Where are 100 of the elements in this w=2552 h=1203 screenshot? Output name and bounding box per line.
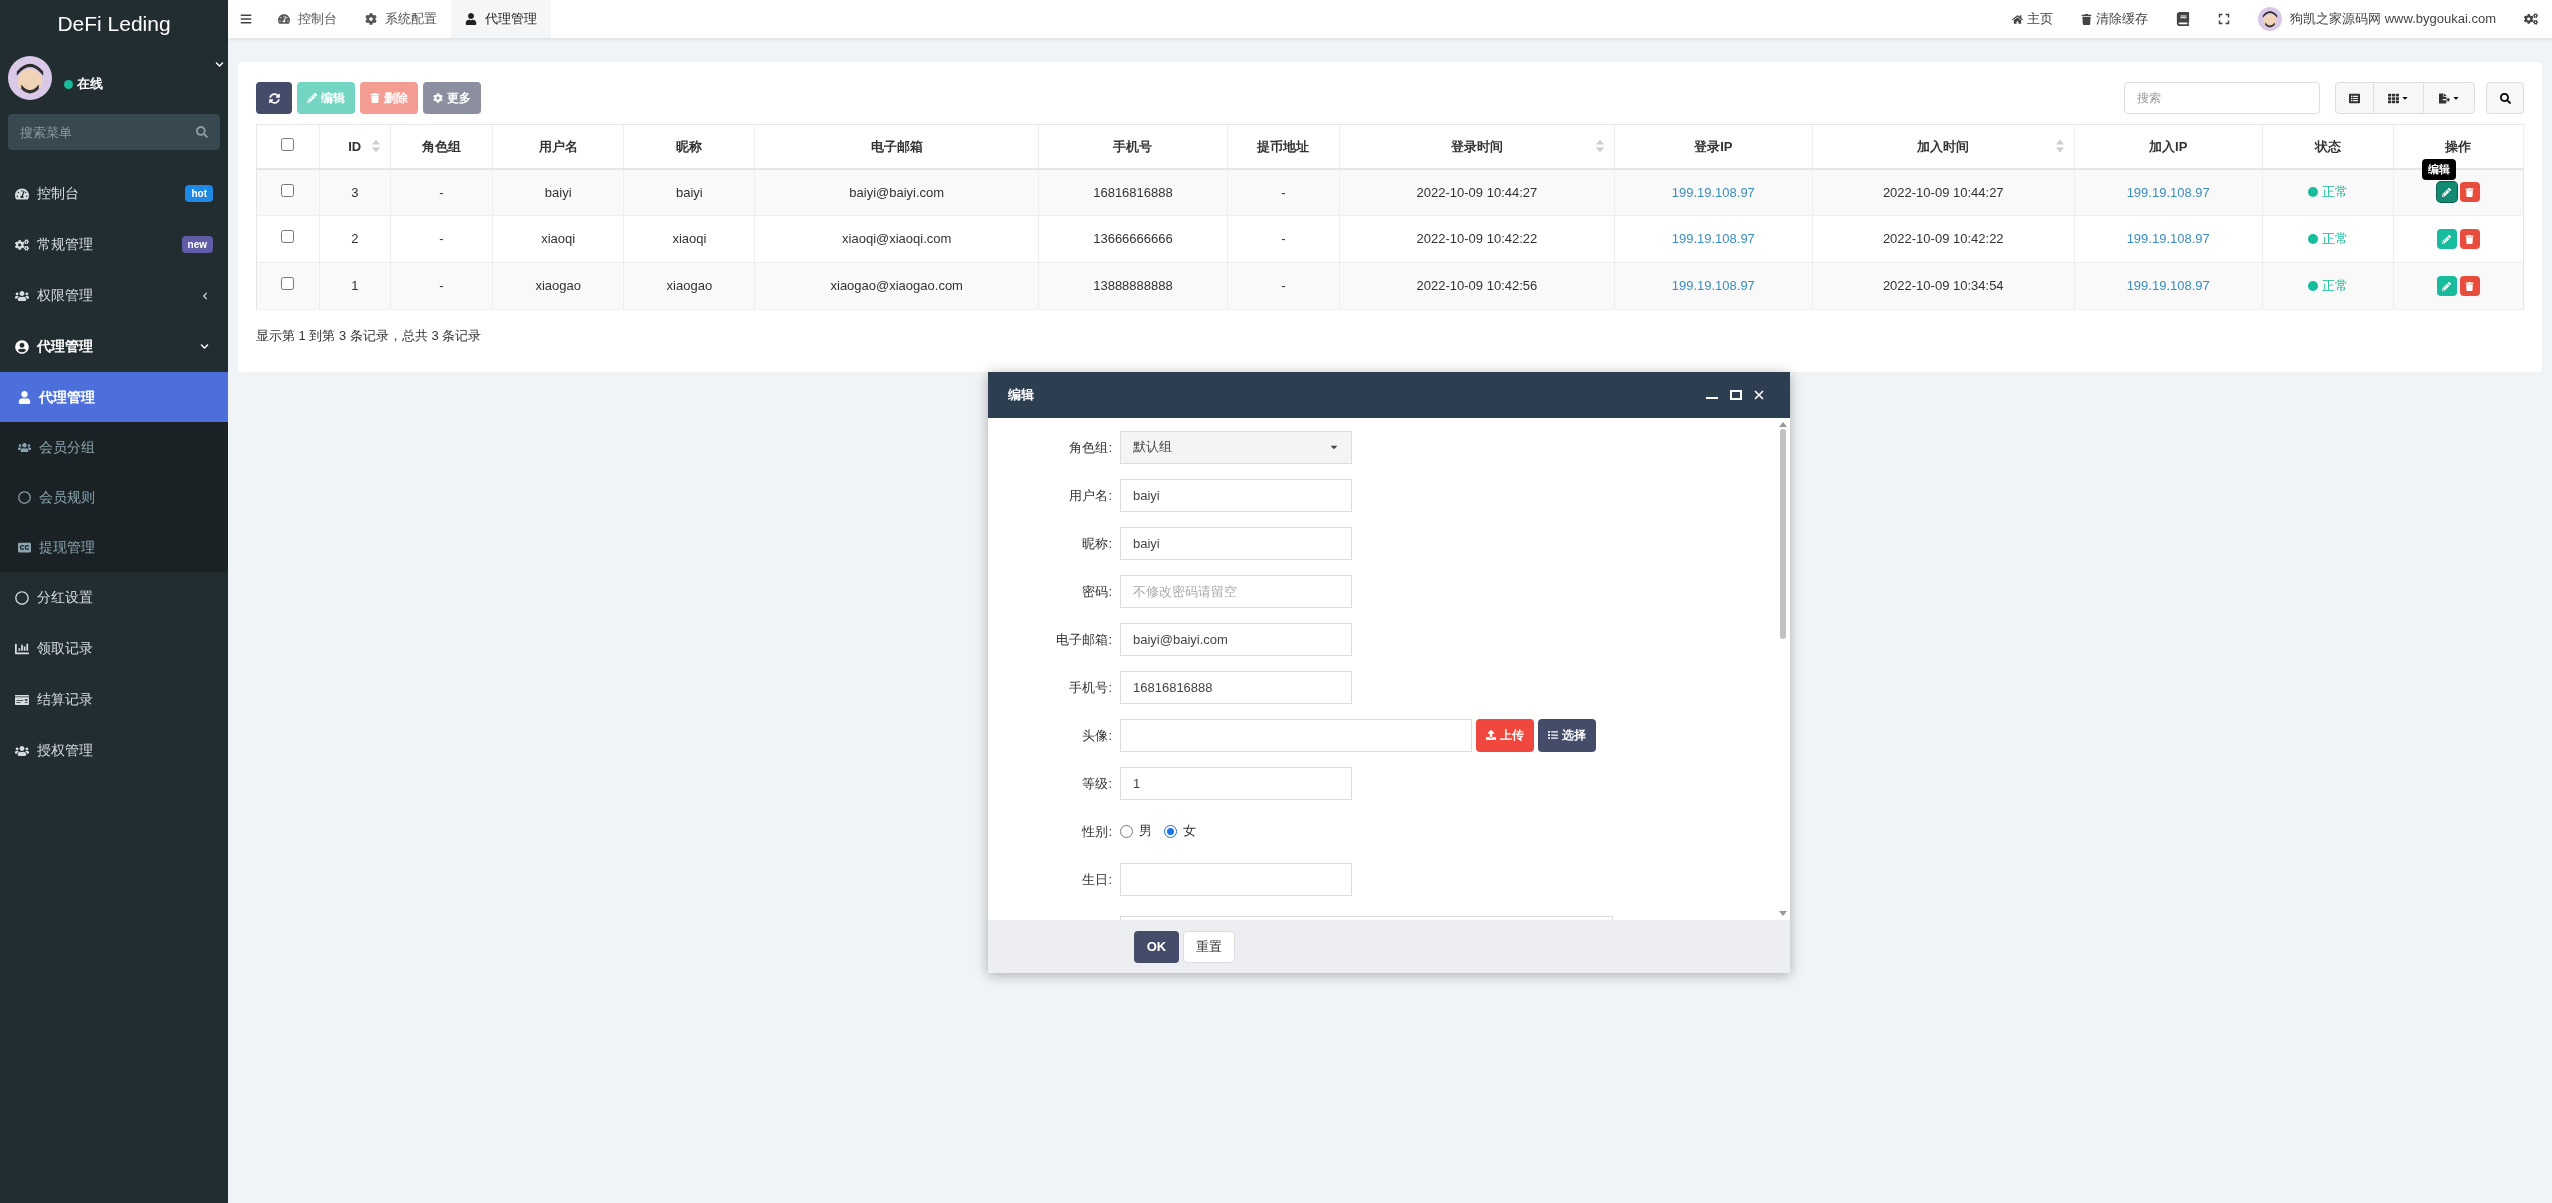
- submenu-item[interactable]: 代理管理: [0, 372, 228, 422]
- fullscreen-icon[interactable]: [2218, 13, 2231, 25]
- ip-link[interactable]: 199.19.108.97: [1671, 184, 1755, 200]
- refresh-button[interactable]: [256, 82, 292, 114]
- header-link[interactable]: 清除缓存: [2081, 9, 2149, 29]
- scrollbar-thumb[interactable]: [1780, 429, 1786, 639]
- table-cell: 16816816888: [1093, 184, 1173, 200]
- sidebar-item[interactable]: 权限管理: [0, 270, 228, 321]
- ok-button[interactable]: OK: [1134, 930, 1179, 963]
- gear-icon: [433, 93, 443, 103]
- gender-radio[interactable]: 男: [1120, 821, 1152, 841]
- ip-link[interactable]: 199.19.108.97: [1671, 278, 1755, 294]
- row-checkbox[interactable]: [281, 277, 295, 291]
- search-button[interactable]: [2486, 82, 2524, 114]
- scroll-up-icon[interactable]: [1779, 422, 1787, 427]
- maximize-icon[interactable]: [1730, 390, 1742, 400]
- table-cell: 2022-10-09 10:44:27: [1416, 184, 1538, 200]
- pencil-icon: [2442, 187, 2452, 197]
- caret-icon: [2451, 94, 2460, 102]
- pencil-icon: [2442, 234, 2452, 244]
- select-all-checkbox[interactable]: [281, 137, 295, 151]
- ip-link[interactable]: 199.19.108.97: [1671, 231, 1755, 247]
- gear-icon: [365, 13, 377, 25]
- input-field[interactable]: baiyi: [1120, 478, 1352, 512]
- table-cell: 2022-10-09 10:42:56: [1416, 278, 1538, 294]
- search-icon: [2499, 92, 2511, 104]
- column-header: 电子邮箱: [870, 138, 923, 154]
- expanded-chevron-icon: [200, 342, 209, 351]
- export-icon: [2438, 92, 2450, 104]
- table-cell: 2022-10-09 10:42:22: [1882, 231, 2004, 247]
- gender-radio[interactable]: 女: [1164, 821, 1196, 841]
- submenu-item[interactable]: 提现管理: [0, 522, 228, 572]
- table-cell: -: [439, 184, 444, 200]
- grid-icon: [2388, 92, 2399, 104]
- sidebar-item[interactable]: 结算记录: [0, 674, 228, 725]
- column-header: ID: [348, 138, 362, 154]
- table-cell: 13888888888: [1093, 278, 1173, 294]
- column-header: 登录时间: [1450, 138, 1503, 154]
- menu-badge: new: [181, 236, 213, 253]
- table-search-field[interactable]: 搜索: [2124, 82, 2320, 114]
- edit-button[interactable]: [2436, 182, 2457, 203]
- row-checkbox[interactable]: [281, 230, 295, 244]
- delete-button[interactable]: [2459, 182, 2480, 203]
- ip-link[interactable]: 199.19.108.97: [2126, 184, 2210, 200]
- input-field[interactable]: [1120, 862, 1352, 896]
- field-label: 用户名:: [1069, 488, 1112, 503]
- nav-tab[interactable]: 控制台: [264, 0, 351, 38]
- field-label: 头像:: [1082, 728, 1112, 743]
- input-field[interactable]: [1120, 718, 1472, 752]
- scroll-down-icon[interactable]: [1779, 911, 1787, 916]
- ip-link[interactable]: 199.19.108.97: [2126, 231, 2210, 247]
- submenu-item[interactable]: 会员规则: [0, 472, 228, 522]
- choose-button[interactable]: 选择: [1538, 718, 1596, 752]
- trash-icon: [2081, 13, 2093, 25]
- user-name[interactable]: 狗凯之家源码网 www.bygoukai.com: [2290, 9, 2496, 29]
- role-select[interactable]: 默认组: [1120, 430, 1352, 464]
- menu-search-field[interactable]: 搜索菜单: [8, 114, 220, 150]
- header-link[interactable]: 主页: [2012, 9, 2054, 29]
- book-icon[interactable]: [2176, 12, 2191, 26]
- trash-icon: [2465, 187, 2475, 197]
- table-cell: 2022-10-09 10:34:54: [1882, 278, 2004, 294]
- input-field[interactable]: 1: [1120, 766, 1352, 800]
- user-caret-icon[interactable]: [215, 60, 224, 69]
- sidebar-item[interactable]: 常规管理 new: [0, 219, 228, 270]
- nav-tab[interactable]: 系统配置: [351, 0, 451, 38]
- table-cell: xiaoqi: [672, 231, 707, 247]
- trash-icon: [2465, 234, 2475, 244]
- refresh-icon: [268, 92, 280, 104]
- dashboard-icon: [278, 13, 290, 25]
- input-field[interactable]: 不修改密码请留空: [1120, 574, 1352, 608]
- sidebar-item[interactable]: 领取记录: [0, 623, 228, 674]
- column-header: 昵称: [676, 138, 703, 154]
- nav-tab[interactable]: 代理管理: [451, 0, 551, 38]
- close-icon[interactable]: [1754, 390, 1764, 400]
- table-cell: 3: [351, 184, 359, 200]
- sidebar-item[interactable]: 代理管理: [0, 321, 228, 372]
- sidebar-item[interactable]: 授权管理: [0, 725, 228, 776]
- column-header: 角色组: [422, 138, 462, 154]
- delete-button[interactable]: [2459, 229, 2480, 249]
- submenu-item[interactable]: 会员分组: [0, 422, 228, 472]
- ip-link[interactable]: 199.19.108.97: [2126, 278, 2210, 294]
- row-checkbox[interactable]: [281, 183, 295, 197]
- settings-icon[interactable]: [2524, 12, 2538, 26]
- input-field[interactable]: 16816816888: [1120, 670, 1352, 704]
- submenu-icon: [18, 490, 31, 504]
- delete-button[interactable]: [2459, 276, 2480, 296]
- input-field[interactable]: baiyi@baiyi.com: [1120, 622, 1352, 656]
- input-field[interactable]: baiyi: [1120, 526, 1352, 560]
- column-header: 登录IP: [1694, 138, 1733, 154]
- table-cell: xiaogao@xiaogao.com: [830, 278, 963, 294]
- column-header: 用户名: [538, 138, 578, 154]
- sidebar-item[interactable]: 控制台 hot: [0, 168, 228, 219]
- field-label: 手机号:: [1069, 680, 1112, 695]
- sidebar-item[interactable]: 分红设置: [0, 572, 228, 623]
- trash-icon: [370, 93, 380, 103]
- pagination-summary: 显示第 1 到第 3 条记录，总共 3 条记录: [256, 327, 483, 345]
- tooltip: 编辑: [2421, 159, 2456, 180]
- reset-button[interactable]: 重置: [1183, 930, 1235, 963]
- search-icon[interactable]: [196, 126, 208, 138]
- upload-button[interactable]: 上传: [1476, 718, 1534, 752]
